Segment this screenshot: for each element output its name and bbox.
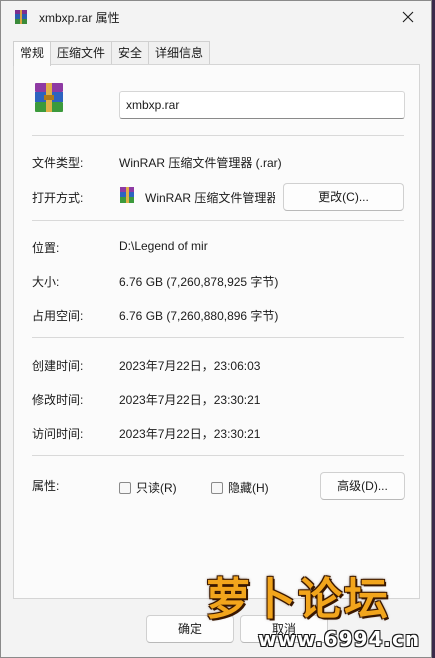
opens-with-value: WinRAR 压缩文件管理器 [145, 191, 275, 205]
size-value: 6.76 GB (7,260,878,925 字节) [119, 275, 279, 289]
location-label: 位置: [32, 241, 60, 255]
created-label: 创建时间: [32, 359, 84, 373]
tab-security[interactable]: 安全 [111, 41, 150, 65]
winrar-app-icon [120, 187, 134, 203]
size-on-disk-label: 占用空间: [32, 309, 84, 323]
modified-label: 修改时间: [32, 393, 84, 407]
readonly-checkbox[interactable]: 只读(R) [119, 479, 177, 496]
winrar-archive-icon [35, 83, 63, 112]
divider [32, 135, 404, 136]
tab-general[interactable]: 常规 [13, 41, 52, 66]
created-value: 2023年7月22日，23:06:03 [119, 359, 261, 373]
general-panel: 文件类型: WinRAR 压缩文件管理器 (.rar) 打开方式: WinRAR… [13, 64, 420, 599]
size-on-disk-value: 6.76 GB (7,260,880,896 字节) [119, 309, 279, 323]
close-icon [402, 11, 414, 23]
hidden-checkbox[interactable]: 隐藏(H) [211, 479, 269, 496]
change-button[interactable]: 更改(C)... [283, 183, 404, 211]
opens-with-label: 打开方式: [32, 191, 84, 205]
file-type-label: 文件类型: [32, 156, 84, 170]
divider [32, 455, 404, 456]
tab-details[interactable]: 详细信息 [148, 41, 211, 65]
advanced-button[interactable]: 高级(D)... [320, 472, 405, 500]
hidden-checkbox-label: 隐藏(H) [228, 481, 269, 495]
close-button[interactable] [385, 1, 431, 33]
location-value: D:\Legend of mir [119, 239, 208, 253]
divider [32, 220, 404, 221]
tab-archive[interactable]: 压缩文件 [50, 41, 113, 65]
title-bar[interactable]: xmbxp.rar 属性 [1, 1, 431, 33]
accessed-label: 访问时间: [32, 427, 84, 441]
attributes-label: 属性: [32, 479, 60, 493]
window-title: xmbxp.rar 属性 [39, 11, 120, 25]
readonly-checkbox-box[interactable] [119, 481, 131, 494]
modified-value: 2023年7月22日，23:30:21 [119, 393, 261, 407]
hidden-checkbox-box[interactable] [211, 481, 223, 494]
divider [32, 337, 404, 338]
size-label: 大小: [32, 275, 60, 289]
ok-button[interactable]: 确定 [146, 615, 234, 643]
cancel-button[interactable]: 取消 [240, 615, 328, 643]
accessed-value: 2023年7月22日，23:30:21 [119, 427, 261, 441]
file-name-input[interactable] [119, 91, 405, 119]
file-type-value: WinRAR 压缩文件管理器 (.rar) [119, 156, 282, 170]
properties-window: xmbxp.rar 属性 常规 压缩文件 安全 详细信息 文件类型: WinRA… [0, 0, 432, 658]
readonly-checkbox-label: 只读(R) [136, 481, 177, 495]
winrar-icon [15, 10, 27, 24]
tab-bar: 常规 压缩文件 安全 详细信息 [13, 41, 211, 66]
